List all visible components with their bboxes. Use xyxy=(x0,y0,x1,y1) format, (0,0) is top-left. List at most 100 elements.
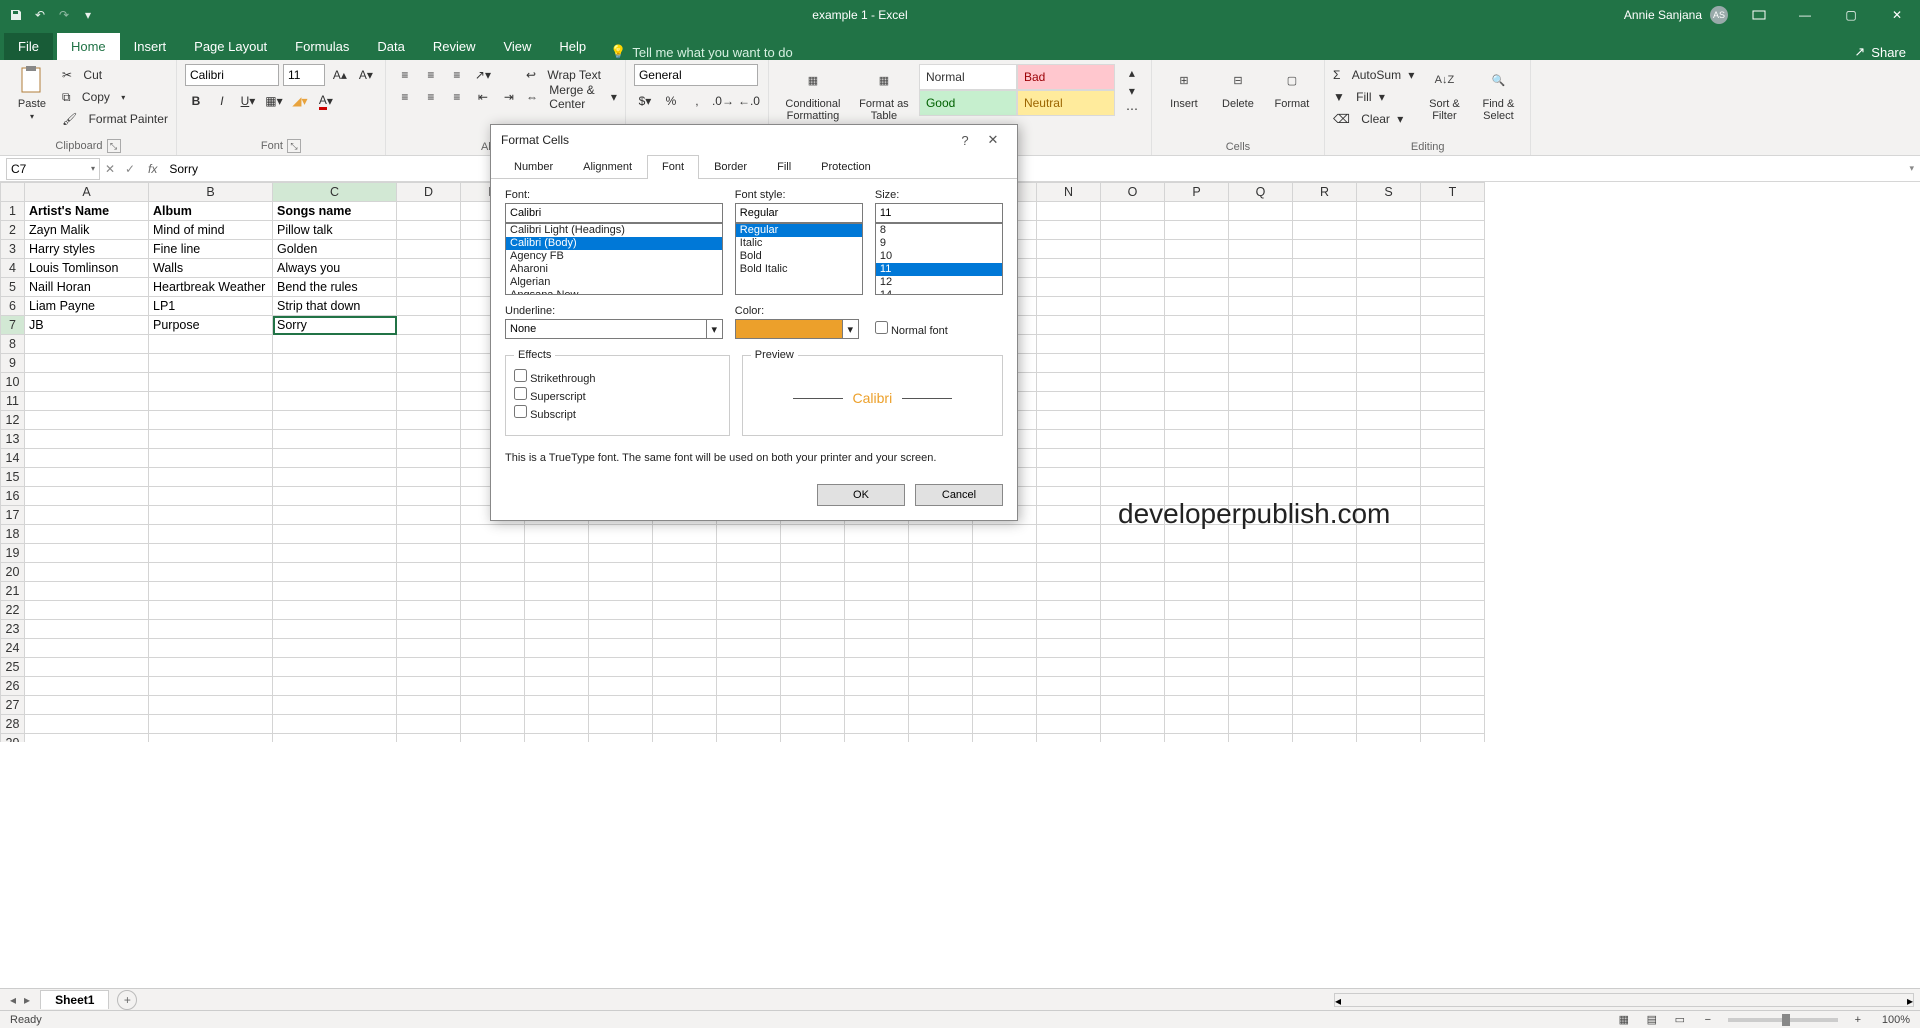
cell[interactable] xyxy=(25,677,149,696)
cell[interactable] xyxy=(1101,468,1165,487)
cell[interactable] xyxy=(781,563,845,582)
cell[interactable] xyxy=(781,582,845,601)
cell[interactable] xyxy=(781,639,845,658)
cell[interactable] xyxy=(273,563,397,582)
cell[interactable] xyxy=(1165,221,1229,240)
cell[interactable] xyxy=(1037,582,1101,601)
percent-format-icon[interactable]: % xyxy=(660,90,682,112)
cell[interactable] xyxy=(1293,715,1357,734)
cell[interactable] xyxy=(1165,715,1229,734)
cell[interactable] xyxy=(1421,449,1485,468)
cell[interactable] xyxy=(1229,544,1293,563)
cell[interactable] xyxy=(1357,734,1421,743)
cell[interactable] xyxy=(525,696,589,715)
decrease-decimal-icon[interactable]: ←.0 xyxy=(738,90,760,112)
cell[interactable] xyxy=(1101,677,1165,696)
cell[interactable] xyxy=(273,639,397,658)
cell[interactable] xyxy=(1293,544,1357,563)
cell[interactable] xyxy=(397,297,461,316)
column-header[interactable]: A xyxy=(25,183,149,202)
cell[interactable] xyxy=(1165,563,1229,582)
cell[interactable] xyxy=(1293,316,1357,335)
cell[interactable] xyxy=(1037,658,1101,677)
cell[interactable] xyxy=(25,487,149,506)
clipboard-launcher-icon[interactable]: ⤡ xyxy=(107,139,121,153)
cell[interactable] xyxy=(397,601,461,620)
cell[interactable] xyxy=(1357,601,1421,620)
cell[interactable]: Strip that down xyxy=(273,297,397,316)
row-header[interactable]: 1 xyxy=(1,202,25,221)
cell[interactable] xyxy=(149,430,273,449)
decrease-font-icon[interactable]: A▾ xyxy=(355,64,377,86)
cell[interactable] xyxy=(781,601,845,620)
cell[interactable] xyxy=(781,658,845,677)
bold-button[interactable]: B xyxy=(185,90,207,112)
expand-formula-icon[interactable]: ▾ xyxy=(1903,163,1920,174)
cell[interactable] xyxy=(1357,677,1421,696)
cell[interactable] xyxy=(397,563,461,582)
row-header[interactable]: 17 xyxy=(1,506,25,525)
cell[interactable]: Purpose xyxy=(149,316,273,335)
cell[interactable] xyxy=(717,601,781,620)
cell[interactable] xyxy=(1037,639,1101,658)
cell[interactable] xyxy=(273,620,397,639)
cell[interactable] xyxy=(1229,316,1293,335)
cell[interactable] xyxy=(973,677,1037,696)
cell[interactable] xyxy=(717,620,781,639)
cell[interactable] xyxy=(1037,373,1101,392)
cell[interactable] xyxy=(589,734,653,743)
cell[interactable] xyxy=(1357,582,1421,601)
cell[interactable] xyxy=(525,715,589,734)
increase-font-icon[interactable]: A▴ xyxy=(329,64,351,86)
tab-view[interactable]: View xyxy=(489,33,545,60)
cell[interactable] xyxy=(1037,259,1101,278)
styles-down-icon[interactable]: ▾ xyxy=(1121,82,1143,100)
cell[interactable] xyxy=(1421,639,1485,658)
cell[interactable] xyxy=(1293,430,1357,449)
increase-indent-icon[interactable]: ⇥ xyxy=(498,86,520,108)
conditional-formatting-button[interactable]: ▦ Conditional Formatting xyxy=(777,64,849,122)
cell[interactable] xyxy=(1421,373,1485,392)
cell[interactable]: Artist's Name xyxy=(25,202,149,221)
copy-button[interactable]: ⧉ Copy ▾ xyxy=(62,86,168,108)
row-header[interactable]: 27 xyxy=(1,696,25,715)
find-select-button[interactable]: 🔍Find & Select xyxy=(1474,64,1522,122)
name-box[interactable]: C7▾ xyxy=(6,158,100,180)
cell[interactable] xyxy=(1421,506,1485,525)
cell[interactable] xyxy=(1229,639,1293,658)
cell[interactable] xyxy=(397,335,461,354)
dialog-tab-font[interactable]: Font xyxy=(647,155,699,179)
cell[interactable] xyxy=(1357,278,1421,297)
cell[interactable] xyxy=(1165,582,1229,601)
list-option[interactable]: Agency FB xyxy=(506,250,722,263)
cell[interactable] xyxy=(149,658,273,677)
cell[interactable] xyxy=(1229,221,1293,240)
cell[interactable]: Walls xyxy=(149,259,273,278)
cell[interactable] xyxy=(273,449,397,468)
cell[interactable] xyxy=(845,563,909,582)
format-as-table-button[interactable]: ▦ Format as Table xyxy=(855,64,913,122)
comma-format-icon[interactable]: , xyxy=(686,90,708,112)
cell[interactable] xyxy=(1101,563,1165,582)
cell[interactable] xyxy=(149,411,273,430)
cell[interactable] xyxy=(273,734,397,743)
cell[interactable] xyxy=(397,620,461,639)
cell[interactable] xyxy=(461,563,525,582)
cell[interactable] xyxy=(1357,297,1421,316)
dialog-tab-border[interactable]: Border xyxy=(699,155,762,178)
styles-up-icon[interactable]: ▴ xyxy=(1121,64,1143,82)
cell[interactable] xyxy=(1357,449,1421,468)
cell[interactable] xyxy=(1101,449,1165,468)
cell[interactable] xyxy=(397,221,461,240)
cell[interactable] xyxy=(1229,582,1293,601)
row-header[interactable]: 3 xyxy=(1,240,25,259)
cell[interactable] xyxy=(1165,335,1229,354)
cell[interactable] xyxy=(397,259,461,278)
cell[interactable] xyxy=(1357,544,1421,563)
cell[interactable] xyxy=(589,601,653,620)
cell[interactable] xyxy=(1037,278,1101,297)
list-option[interactable]: Algerian xyxy=(506,276,722,289)
cell[interactable] xyxy=(1293,297,1357,316)
cell[interactable] xyxy=(1101,430,1165,449)
cell[interactable] xyxy=(149,715,273,734)
